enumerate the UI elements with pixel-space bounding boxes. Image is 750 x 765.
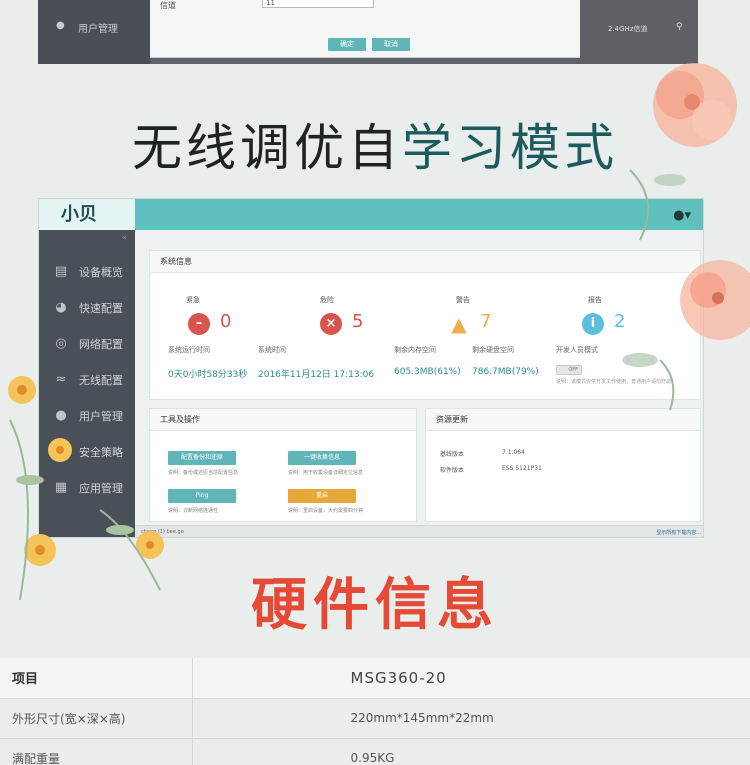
stat-value: 2016年11月12日 17:13:06 bbox=[258, 370, 375, 380]
user-icon: ● bbox=[56, 20, 65, 31]
alert-label: 紧急 bbox=[186, 296, 200, 304]
alert-count: 5 bbox=[352, 311, 364, 332]
mode-title-part1: 无线调优自 bbox=[132, 119, 402, 177]
baseline-label: 基线版本 bbox=[440, 451, 465, 458]
baseline-value: 7.1.064 bbox=[502, 449, 525, 456]
confirm-button[interactable]: 确定 bbox=[328, 38, 366, 51]
chart-icon: ▤ bbox=[54, 264, 68, 279]
stat-disk: 剩余硬盘空间 786.7MB(79%) bbox=[472, 345, 539, 377]
alert-label: 警告 bbox=[456, 296, 470, 304]
sidebar-item-label: 设备概览 bbox=[79, 266, 123, 279]
table-row: 外形尺寸(宽×深×高) 220mm*145mm*22mm bbox=[0, 698, 750, 739]
collect-note: 说明：用于收集设备详细定位信息 bbox=[288, 470, 364, 476]
warning-icon: ▲ bbox=[451, 312, 467, 336]
stat-time: 系统时间 2016年11月12日 17:13:06 bbox=[258, 345, 374, 380]
stat-value: 786.7MB(79%) bbox=[472, 367, 539, 377]
cancel-button[interactable]: 取消 bbox=[372, 38, 410, 51]
sidebar-item-label: 快速配置 bbox=[79, 302, 123, 315]
sidebar-item-network[interactable]: ◎ 网络配置 bbox=[39, 326, 135, 362]
download-bar: cheng (1) bee.go 显示所有下载内容... bbox=[135, 525, 703, 537]
software-label: 软件版本 bbox=[440, 467, 465, 474]
globe-icon: ◎ bbox=[55, 336, 67, 351]
search-icon[interactable]: ⚲ bbox=[676, 22, 683, 32]
sidebar-item-overview[interactable]: ▤ 设备概览 bbox=[39, 254, 135, 290]
channel-dialog: 信道 11 确定 取消 bbox=[150, 0, 580, 58]
mode-title-part2: 学习模式 bbox=[402, 119, 618, 177]
hardware-title: 硬件信息 bbox=[251, 573, 499, 638]
software-value: ESS 5121P31 bbox=[502, 465, 542, 472]
stat-memory: 剩余内存空间 605.3MB(61%) bbox=[394, 345, 461, 377]
table-row: 项目 MSG360-20 bbox=[0, 658, 750, 699]
stat-label: 剩余内存空间 bbox=[394, 346, 436, 354]
stat-label: 系统运行时间 bbox=[168, 346, 210, 354]
reboot-button[interactable]: 重启 bbox=[288, 489, 356, 503]
sidebar-item-label: 网络配置 bbox=[79, 338, 123, 351]
dev-mode-toggle[interactable]: OFF bbox=[556, 365, 582, 375]
flower-decoration-right bbox=[622, 63, 750, 411]
table-row: 满配重量 0.95KG bbox=[0, 738, 750, 765]
spec-key: 项目 bbox=[0, 658, 193, 699]
channel-select[interactable]: 11 bbox=[262, 0, 374, 8]
stat-label: 系统时间 bbox=[258, 346, 286, 354]
sidebar-item-quick-config[interactable]: ◕ 快速配置 bbox=[39, 290, 135, 326]
top-sidebar: ● 用户管理 bbox=[38, 0, 150, 64]
alert-label: 危险 bbox=[320, 296, 334, 304]
app-logo: 小贝 bbox=[39, 199, 135, 230]
spec-key: 满配重量 bbox=[0, 738, 193, 765]
top-screenshot: ● 用户管理 信道 11 确定 取消 2.4GHz信道 ⚲ bbox=[38, 0, 698, 64]
close-icon: × bbox=[320, 313, 342, 335]
stat-label: 剩余硬盘空间 bbox=[472, 346, 514, 354]
updates-panel: 资源更新 基线版本 7.1.064 软件版本 ESS 5121P31 bbox=[425, 408, 701, 522]
alert-count: 0 bbox=[220, 311, 232, 332]
top-sidebar-item[interactable]: 用户管理 bbox=[78, 20, 118, 35]
spec-value: 220mm*145mm*22mm bbox=[192, 698, 750, 739]
spec-table: 项目 MSG360-20 外形尺寸(宽×深×高) 220mm*145mm*22m… bbox=[0, 658, 750, 765]
gauge-icon: ◕ bbox=[55, 300, 67, 315]
spec-value: MSG360-20 bbox=[192, 658, 750, 699]
alert-count: 7 bbox=[480, 311, 492, 332]
band-text: 2.4GHz信道 bbox=[608, 25, 648, 33]
spec-key: 外形尺寸(宽×深×高) bbox=[0, 698, 193, 739]
collapse-icon[interactable]: « bbox=[121, 233, 127, 243]
spec-value: 0.95KG bbox=[192, 738, 750, 765]
minus-icon: – bbox=[188, 313, 210, 335]
stat-value: 605.3MB(61%) bbox=[394, 367, 461, 377]
show-all-downloads-link[interactable]: 显示所有下载内容... bbox=[656, 529, 701, 536]
channel-label: 信道 bbox=[160, 1, 176, 10]
collect-info-button[interactable]: 一键收集信息 bbox=[288, 451, 356, 465]
reboot-note: 说明：重启设备，大约需要四分钟 bbox=[288, 508, 364, 514]
